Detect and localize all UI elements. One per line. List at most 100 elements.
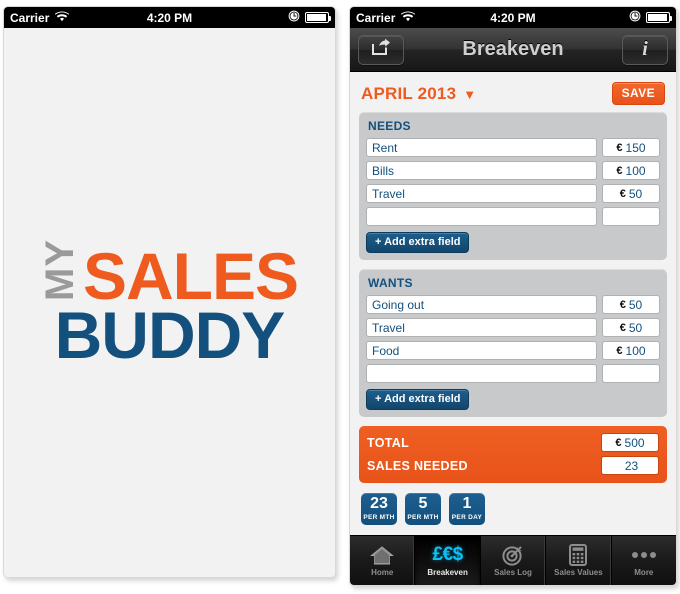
needs-name-input[interactable]: Bills <box>366 161 597 180</box>
needs-name-input[interactable]: Travel <box>366 184 597 203</box>
totals-panel: TOTAL € 500 SALES NEEDED 23 <box>359 426 667 483</box>
wants-amount-input[interactable]: € 100 <box>602 341 660 360</box>
wants-row: Food € 100 <box>366 341 660 360</box>
sales-needed-value: 23 <box>624 458 639 473</box>
wants-name-input[interactable]: Travel <box>366 318 597 337</box>
currency-symbol: € <box>619 321 626 334</box>
currency-icon: £€$ <box>432 544 464 566</box>
tab-label-breakeven: Breakeven <box>427 568 468 577</box>
needs-amount-input-empty[interactable] <box>602 207 660 226</box>
tab-sales-log[interactable]: Sales Log <box>481 536 547 585</box>
needs-row-empty <box>366 207 660 226</box>
currency-symbol: € <box>615 436 622 449</box>
needs-row: Travel € 50 <box>366 184 660 203</box>
badge-per-month-total[interactable]: 23 PER MTH <box>361 493 397 525</box>
badge-number: 23 <box>370 495 388 512</box>
wants-amount-input[interactable]: € 50 <box>602 318 660 337</box>
logo-word-my: MY <box>37 239 82 302</box>
badge-number: 1 <box>462 495 472 512</box>
currency-glyph: £€$ <box>432 544 464 565</box>
sales-needed-value-field[interactable]: 23 <box>601 456 659 475</box>
amount-value: 50 <box>628 186 643 201</box>
total-value-field[interactable]: € 500 <box>601 433 659 452</box>
screenshot-stage: Carrier 4:20 PM MY SALES BUDDY Carrier 4… <box>0 0 680 594</box>
badge-per-day[interactable]: 1 PER DAY <box>449 493 485 525</box>
tab-label-sales-values: Sales Values <box>554 568 603 577</box>
needs-amount-input[interactable]: € 150 <box>602 138 660 157</box>
needs-panel-title: NEEDS <box>368 119 411 133</box>
needs-name-input[interactable]: Rent <box>366 138 597 157</box>
status-bar-right: Carrier 4:20 PM <box>350 7 676 28</box>
ellipsis-icon <box>631 544 656 566</box>
wants-amount-input-empty[interactable] <box>602 364 660 383</box>
needs-row: Rent € 150 <box>366 138 660 157</box>
phone-left-splash: Carrier 4:20 PM MY SALES BUDDY <box>3 6 336 578</box>
tab-breakeven[interactable]: £€$ Breakeven <box>415 536 481 585</box>
month-label: APRIL 2013 <box>361 83 457 103</box>
target-icon <box>502 544 524 566</box>
phone-right-breakeven: Carrier 4:20 PM Breakeven i APRIL 2013 ▼… <box>349 6 677 586</box>
home-icon <box>370 544 395 566</box>
share-button[interactable] <box>358 34 404 65</box>
currency-symbol: € <box>616 141 623 154</box>
tab-more[interactable]: More <box>612 536 676 585</box>
clock-icon <box>629 10 641 25</box>
info-button[interactable]: i <box>622 34 668 65</box>
calculator-icon <box>569 544 588 566</box>
badge-caption: PER DAY <box>451 513 483 521</box>
wants-add-extra-field-button[interactable]: + Add extra field <box>366 389 470 410</box>
needs-amount-input[interactable]: € 100 <box>602 161 660 180</box>
total-value: 500 <box>624 435 645 450</box>
share-icon <box>371 38 391 61</box>
status-bar-left: Carrier 4:20 PM <box>4 7 335 28</box>
badge-caption: PER MTH <box>407 513 439 521</box>
amount-value: 50 <box>628 297 643 312</box>
navigation-bar: Breakeven i <box>350 28 676 72</box>
sales-needed-row: SALES NEEDED 23 <box>367 456 659 475</box>
wants-amount-input[interactable]: € 50 <box>602 295 660 314</box>
tab-sales-values[interactable]: Sales Values <box>546 536 612 585</box>
month-selector[interactable]: APRIL 2013 ▼ <box>361 84 476 104</box>
summary-badges: 23 PER MTH 5 PER MTH 1 PER DAY <box>359 492 667 526</box>
needs-name-input-empty[interactable] <box>366 207 597 226</box>
currency-symbol: € <box>616 344 623 357</box>
wifi-icon <box>401 11 416 25</box>
tab-label-home: Home <box>371 568 394 577</box>
status-bar-right-group <box>288 10 331 25</box>
wifi-icon <box>55 11 70 25</box>
needs-row: Bills € 100 <box>366 161 660 180</box>
wants-name-input-empty[interactable] <box>366 364 597 383</box>
app-logo: MY SALES BUDDY <box>37 239 299 373</box>
wants-row: Travel € 50 <box>366 318 660 337</box>
wants-row-empty <box>366 364 660 383</box>
tab-home[interactable]: Home <box>350 536 416 585</box>
badge-number: 5 <box>418 495 428 512</box>
wants-name-input[interactable]: Going out <box>366 295 597 314</box>
logo-word-buddy: BUDDY <box>54 298 286 373</box>
tab-label-more: More <box>634 568 654 577</box>
badge-caption: PER MTH <box>363 513 395 521</box>
tab-label-sales-log: Sales Log <box>494 568 532 577</box>
logo-row-top: MY SALES <box>37 239 299 314</box>
total-label: TOTAL <box>367 435 410 450</box>
badge-per-month-weekly[interactable]: 5 PER MTH <box>405 493 441 525</box>
battery-icon <box>305 12 331 23</box>
breakeven-content: APRIL 2013 ▼ SAVE NEEDS Rent € 150 Bills <box>350 72 676 535</box>
wants-row: Going out € 50 <box>366 295 660 314</box>
carrier-label-2: Carrier <box>356 10 396 25</box>
amount-value: 150 <box>625 140 646 155</box>
currency-symbol: € <box>619 298 626 311</box>
battery-icon <box>646 12 672 23</box>
needs-panel: NEEDS Rent € 150 Bills € 100 Travel € 50… <box>359 112 667 260</box>
wants-panel: WANTS Going out € 50 Travel € 50 Food € … <box>359 269 667 417</box>
needs-amount-input[interactable]: € 50 <box>602 184 660 203</box>
save-button[interactable]: SAVE <box>611 82 665 105</box>
wants-name-input[interactable]: Food <box>366 341 597 360</box>
clock-icon <box>288 10 300 25</box>
logo-word-sales: SALES <box>82 239 299 314</box>
needs-add-extra-field-button[interactable]: + Add extra field <box>366 232 470 253</box>
tab-bar: Home £€$ Breakeven Sales Log Sales Value… <box>350 535 676 585</box>
currency-symbol: € <box>616 164 623 177</box>
total-row: TOTAL € 500 <box>367 433 659 452</box>
info-icon: i <box>642 38 648 60</box>
